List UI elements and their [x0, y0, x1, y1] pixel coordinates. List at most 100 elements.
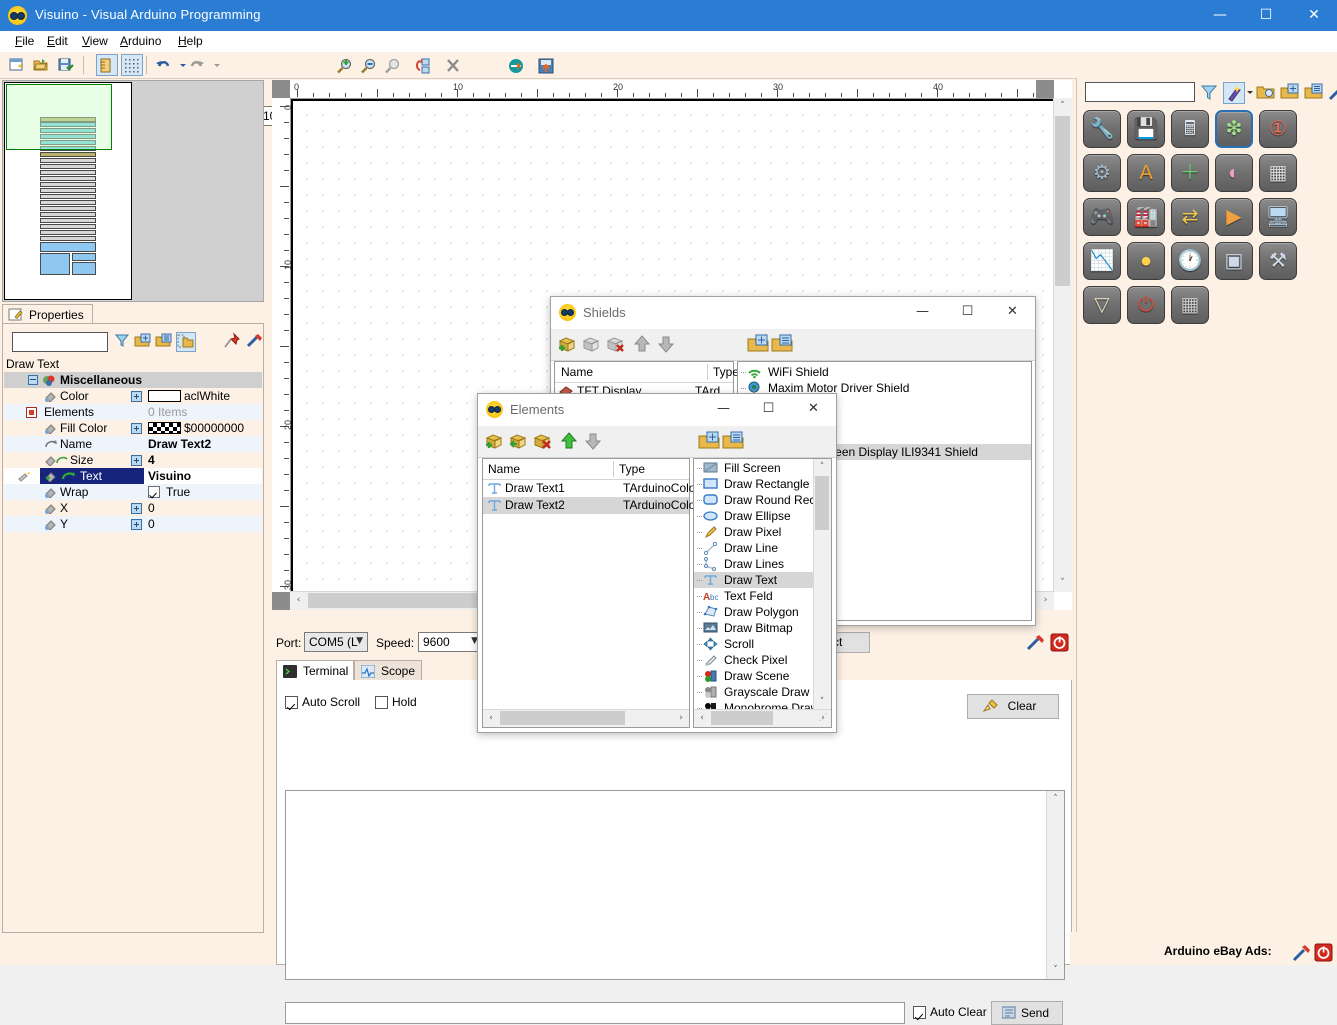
- elements-catalog-item[interactable]: Draw Text: [694, 572, 814, 588]
- scroll-up-icon[interactable]: ˄: [1054, 98, 1071, 115]
- arduino-ide-icon[interactable]: [505, 54, 527, 76]
- scroll-up-icon[interactable]: ˄: [814, 459, 830, 475]
- gamepad-icon[interactable]: 🎮: [1083, 198, 1121, 236]
- fill-color-swatch[interactable]: [148, 422, 181, 434]
- zoom-in-icon[interactable]: [334, 54, 356, 76]
- expand-icon[interactable]: [131, 519, 142, 530]
- options-icon[interactable]: [1292, 943, 1312, 963]
- motor-icon[interactable]: ⚙: [1083, 154, 1121, 192]
- color-swatch[interactable]: [148, 390, 181, 402]
- upload-icon[interactable]: [535, 54, 557, 76]
- open-file-icon[interactable]: [30, 54, 52, 76]
- scroll-left-icon[interactable]: ‹: [483, 710, 499, 726]
- send-input[interactable]: [285, 1002, 905, 1024]
- elements-catalog-item[interactable]: Draw Round Rect: [694, 492, 814, 508]
- elements-catalog-vscrollbar[interactable]: ˄ ˅: [813, 459, 831, 710]
- add-shield-icon[interactable]: [557, 333, 581, 357]
- elements-list-row[interactable]: Draw Text2 TArduinoColo: [483, 497, 689, 514]
- options-icon[interactable]: [246, 332, 266, 352]
- add-numbers-icon[interactable]: ＋: [1171, 154, 1209, 192]
- zoom-reset-icon[interactable]: [382, 54, 404, 76]
- elements-list-scrollbar[interactable]: ‹ ›: [483, 709, 689, 727]
- expand-all-icon[interactable]: [1280, 82, 1302, 104]
- power-icon[interactable]: ⏻: [1127, 286, 1165, 324]
- new-file-icon[interactable]: [6, 54, 28, 76]
- scroll-down-icon[interactable]: ˅: [1054, 575, 1071, 592]
- scroll-down-icon[interactable]: ˅: [814, 694, 830, 710]
- open-category-icon[interactable]: [1256, 82, 1278, 104]
- compare-icon[interactable]: ❇: [1215, 110, 1253, 148]
- collapse-all-icon[interactable]: [155, 332, 175, 352]
- add-element-icon[interactable]: [484, 430, 508, 454]
- minimize-button[interactable]: —: [1197, 0, 1243, 31]
- cancel-icon[interactable]: [442, 54, 464, 76]
- column-header-name[interactable]: Name: [488, 462, 520, 476]
- elements-catalog-hscrollbar[interactable]: ‹ ›: [694, 709, 831, 727]
- boards-icon[interactable]: 💾: [1127, 110, 1165, 148]
- elements-catalog-item[interactable]: Grayscale Draw S: [694, 684, 814, 700]
- redo-dropdown-icon[interactable]: [206, 54, 228, 76]
- copy-element-icon[interactable]: [508, 430, 532, 454]
- expand-all-icon[interactable]: [134, 332, 154, 352]
- menu-file[interactable]: File: [8, 34, 41, 49]
- convert-icon[interactable]: ⇄: [1171, 198, 1209, 236]
- shields-catalog-item[interactable]: WiFi Shield: [738, 364, 1031, 380]
- scroll-thumb[interactable]: [711, 711, 773, 725]
- close-button[interactable]: ✕: [1291, 0, 1337, 31]
- elements-catalog[interactable]: Fill ScreenDraw RectangleDraw Round Rect…: [693, 458, 832, 728]
- shields-minimize-button[interactable]: —: [900, 297, 945, 327]
- network-icon[interactable]: 🖥: [1259, 198, 1297, 236]
- collapse-all-icon[interactable]: [1304, 82, 1326, 104]
- valve-icon[interactable]: ⚒: [1259, 242, 1297, 280]
- property-row-wrap[interactable]: Wrap True: [4, 484, 262, 500]
- shields-maximize-button[interactable]: ☐: [945, 297, 990, 327]
- scroll-thumb[interactable]: [815, 476, 829, 530]
- expand-icon[interactable]: [131, 503, 142, 514]
- move-down-icon[interactable]: [655, 333, 679, 357]
- elements-list-row[interactable]: Draw Text1 TArduinoColo: [483, 480, 689, 497]
- undo-icon[interactable]: [152, 54, 174, 76]
- delete-element-icon[interactable]: [532, 430, 556, 454]
- scroll-left-icon[interactable]: ‹: [290, 592, 307, 609]
- random-icon[interactable]: ◐: [1215, 154, 1253, 192]
- menu-arduino[interactable]: Arduino: [113, 34, 168, 49]
- column-header-type[interactable]: Type: [713, 365, 739, 379]
- terminal-output-scrollbar[interactable]: ˄ ˅: [1046, 791, 1064, 979]
- power-icon[interactable]: [1314, 943, 1334, 963]
- palette-search-input[interactable]: [1085, 82, 1195, 102]
- elements-catalog-item[interactable]: AbcText Feld: [694, 588, 814, 604]
- scroll-right-icon[interactable]: ›: [673, 710, 689, 726]
- scroll-up-icon[interactable]: ˄: [1047, 791, 1064, 808]
- property-value[interactable]: Visuino: [148, 469, 191, 484]
- property-row-y[interactable]: Y 0: [4, 516, 262, 532]
- elements-catalog-item[interactable]: Draw Rectangle: [694, 476, 814, 492]
- clear-button[interactable]: Clear: [967, 694, 1059, 719]
- elements-list[interactable]: Name Type Draw Text1 TArduinoColo Draw T…: [482, 458, 690, 728]
- resize-grip-icon[interactable]: ⋰: [816, 712, 830, 726]
- elements-catalog-item[interactable]: Fill Screen: [694, 460, 814, 476]
- scroll-thumb[interactable]: [1055, 116, 1070, 286]
- scroll-left-icon[interactable]: ‹: [694, 710, 710, 726]
- expand-tree-icon[interactable]: [747, 333, 771, 357]
- logic-icon[interactable]: ▶: [1215, 198, 1253, 236]
- elements-minimize-button[interactable]: —: [701, 394, 746, 424]
- save-file-icon[interactable]: [55, 54, 77, 76]
- elements-close-button[interactable]: ✕: [791, 394, 836, 424]
- elements-catalog-item[interactable]: Draw Lines: [694, 556, 814, 572]
- elements-catalog-item[interactable]: Draw Scene: [694, 668, 814, 684]
- zoom-out-icon[interactable]: [358, 54, 380, 76]
- property-row-x[interactable]: X 0: [4, 500, 262, 516]
- filter-list-icon[interactable]: ▽: [1083, 286, 1121, 324]
- memory-icon[interactable]: ▦: [1259, 154, 1297, 192]
- diagram-navigator[interactable]: [2, 80, 264, 302]
- elements-catalog-item[interactable]: Scroll: [694, 636, 814, 652]
- move-up-icon[interactable]: [631, 333, 655, 357]
- auto-scroll-checkbox[interactable]: [285, 696, 298, 709]
- collapse-tree-icon[interactable]: [771, 333, 795, 357]
- elements-catalog-item[interactable]: Draw Bitmap: [694, 620, 814, 636]
- collapse-tree-icon[interactable]: [722, 430, 746, 454]
- tab-properties[interactable]: Properties: [2, 304, 93, 324]
- property-row-text[interactable]: Text Visuino: [4, 468, 262, 484]
- property-row-name[interactable]: Name Draw Text2: [4, 436, 262, 452]
- numbers-icon[interactable]: ①: [1259, 110, 1297, 148]
